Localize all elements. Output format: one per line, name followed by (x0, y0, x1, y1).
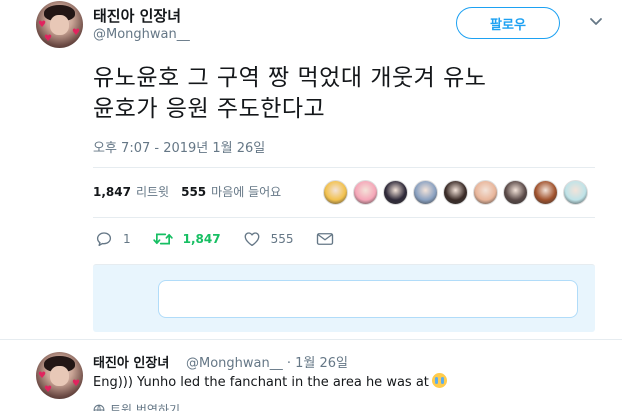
thread-divider (0, 339, 622, 340)
translate-tweet-link[interactable]: 트윗 번역하기 (93, 401, 180, 411)
tweet-stats: 1,847 리트윗 555 마음에 들어요 (93, 183, 293, 200)
reply-meta[interactable]: @Monghwan__ · 1월 26일 (186, 352, 348, 371)
retweet-stat-count: 1,847 (93, 185, 131, 199)
follow-button[interactable]: 팔로우 (456, 7, 560, 39)
like-count: 555 (270, 232, 294, 246)
divider (93, 167, 595, 168)
liker-avatar[interactable] (353, 180, 378, 205)
reply-text-content: Eng))) Yunho led the fanchant in the are… (93, 375, 429, 390)
retweet-action[interactable]: 1,847 (152, 230, 221, 248)
retweet-count: 1,847 (182, 232, 221, 246)
author-handle[interactable]: @Monghwan__ (93, 27, 190, 42)
tweet-text-line-2: 윤호가 응원 주도한다고 (93, 96, 326, 122)
liker-avatar[interactable] (473, 180, 498, 205)
envelope-icon (316, 233, 333, 245)
crying-face-emoji-icon (431, 373, 447, 388)
reply-author-name[interactable]: 태진아 인장녀 (93, 352, 169, 371)
like-stat-count: 555 (181, 185, 207, 199)
translate-label: 트윗 번역하기 (110, 403, 181, 411)
reply-count: 1 (123, 232, 131, 246)
liker-avatar[interactable] (323, 180, 348, 205)
reply-author-avatar[interactable]: ♥ ♥ ♥ (36, 352, 83, 399)
liker-avatar[interactable] (533, 180, 558, 205)
like-action[interactable]: 555 (243, 230, 294, 248)
tweet-actions: 1 1,847 555 (95, 230, 366, 248)
reply-text: Eng))) Yunho led the fanchant in the are… (93, 373, 447, 390)
tweet-timestamp[interactable]: 오후 7:07 - 2019년 1월 26일 (93, 137, 265, 156)
heart-icon (244, 232, 260, 247)
chevron-down-icon[interactable] (588, 13, 604, 29)
like-stat-label: 마음에 들어요 (211, 185, 282, 199)
liker-avatars (323, 180, 593, 205)
direct-message-action[interactable] (316, 231, 344, 247)
tweet-text-line-1: 유노윤호 그 구역 짱 먹었대 개웃겨 유노 (93, 65, 487, 91)
author-display-name[interactable]: 태진아 인장녀 (93, 5, 181, 26)
author-avatar[interactable]: ♥ ♥ ♥ (36, 1, 83, 48)
retweet-stat-label: 리트윗 (135, 185, 170, 199)
liker-avatar[interactable] (383, 180, 408, 205)
tweet-text: 유노윤호 그 구역 짱 먹었대 개웃겨 유노 윤호가 응원 주도한다고 (93, 63, 593, 125)
liker-avatar[interactable] (503, 180, 528, 205)
retweet-icon (152, 233, 173, 245)
globe-icon (93, 404, 105, 411)
retweet-stat[interactable]: 1,847 리트윗 (93, 183, 169, 200)
liker-avatar[interactable] (563, 180, 588, 205)
reply-input[interactable] (158, 280, 578, 318)
reply-icon (96, 232, 112, 247)
like-stat[interactable]: 555 마음에 들어요 (181, 183, 281, 200)
reply-action[interactable]: 1 (95, 230, 131, 248)
liker-avatar[interactable] (413, 180, 438, 205)
divider (93, 217, 595, 218)
liker-avatar[interactable] (443, 180, 468, 205)
